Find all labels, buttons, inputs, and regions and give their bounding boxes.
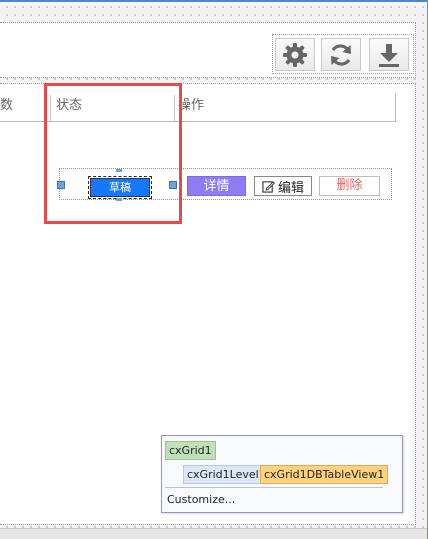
window-top-border bbox=[0, 0, 428, 2]
level-node[interactable]: cxGrid1Level1 bbox=[183, 465, 270, 484]
settings-button[interactable] bbox=[275, 38, 315, 71]
edit-icon bbox=[262, 180, 275, 193]
toolbar-button-group[interactable] bbox=[272, 34, 414, 74]
gear-icon bbox=[283, 42, 307, 67]
bottom-border bbox=[0, 528, 428, 539]
grid-structure-navigator: cxGrid1 cxGrid1Level1 cxGrid1DBTableView… bbox=[161, 435, 403, 513]
detail-button[interactable]: 详情 bbox=[187, 176, 246, 196]
download-icon bbox=[379, 43, 399, 67]
edit-button-label: 编辑 bbox=[277, 180, 304, 196]
refresh-icon bbox=[331, 43, 351, 66]
toolbar-panel[interactable] bbox=[0, 22, 416, 78]
highlight-box bbox=[44, 83, 182, 224]
grid-node[interactable]: cxGrid1 bbox=[165, 441, 216, 460]
column-header-count[interactable]: 数 bbox=[0, 93, 48, 121]
edit-button[interactable]: 编辑 bbox=[254, 176, 312, 196]
column-header-actions[interactable]: 操作 bbox=[174, 93, 394, 121]
customize-link[interactable]: Customize... bbox=[167, 492, 235, 508]
refresh-button[interactable] bbox=[321, 38, 361, 71]
download-button[interactable] bbox=[369, 38, 409, 71]
popup-divider bbox=[165, 487, 383, 488]
form-designer-canvas: 数 状态 操作 草稿 详情 编辑 删除 cxGrid1 cxGrid1Level… bbox=[0, 0, 428, 539]
delete-button[interactable]: 删除 bbox=[319, 176, 380, 196]
view-node[interactable]: cxGrid1DBTableView1 bbox=[260, 465, 389, 484]
